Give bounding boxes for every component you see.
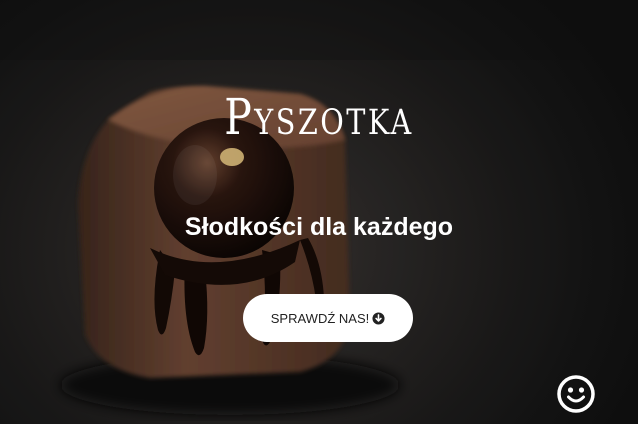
hero-tagline: Słodkości dla każdego: [184, 213, 454, 241]
hero-section: Pyszotka Słodkości dla każdego SPRAWDŹ N…: [0, 0, 638, 424]
arrow-down-circle-icon: [372, 311, 385, 325]
check-us-button-label: SPRAWDŹ NAS!: [270, 310, 370, 326]
brand-title: Pyszotka: [224, 88, 414, 146]
check-us-button[interactable]: SPRAWDŹ NAS!: [243, 294, 413, 342]
smiley-icon[interactable]: [556, 374, 596, 414]
